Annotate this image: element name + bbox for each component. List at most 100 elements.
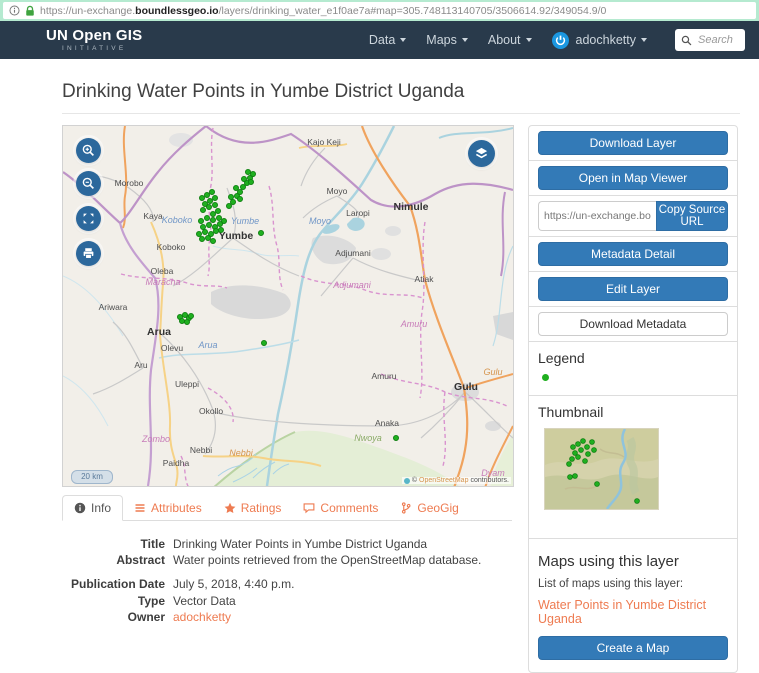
search-icon [681, 35, 692, 46]
source-url-input[interactable] [538, 201, 656, 231]
svg-text:Moyo: Moyo [327, 186, 348, 196]
layer-actions-panel: Download Layer Open in Map Viewer Copy S… [528, 125, 738, 673]
user-menu[interactable]: adochketty [576, 33, 647, 47]
tab-ratings[interactable]: Ratings [213, 495, 293, 520]
search-input[interactable] [696, 33, 739, 47]
nav-menu-data[interactable]: Data [369, 33, 406, 47]
branch-icon [400, 502, 412, 514]
info-row-type: Type Vector Data [62, 593, 512, 609]
layer-title-value: Drinking Water Points in Yumbe District … [165, 536, 427, 552]
osm-link[interactable]: OpenStreetMap [419, 477, 468, 484]
svg-text:Moyo: Moyo [309, 216, 331, 226]
page-info-icon[interactable] [9, 5, 20, 16]
svg-text:Adjumani: Adjumani [335, 248, 371, 258]
edit-layer-button[interactable]: Edit Layer [538, 277, 728, 301]
open-in-map-viewer-button[interactable]: Open in Map Viewer [538, 166, 728, 190]
map-attribution: © OpenStreetMap contributors. [402, 477, 511, 484]
copy-source-url-button[interactable]: Copy Source URL [656, 201, 728, 231]
username: adochketty [576, 33, 636, 47]
map-scale-bar: 20 km [71, 470, 113, 484]
svg-text:Morobo: Morobo [115, 178, 144, 188]
url-text: https://un-exchange.boundlessgeo.io/laye… [40, 5, 606, 17]
https-lock-icon[interactable] [25, 5, 35, 17]
tab-geogig[interactable]: GeoGig [389, 495, 469, 520]
svg-text:Zombo: Zombo [141, 434, 170, 444]
svg-text:Koboko: Koboko [162, 215, 193, 225]
page-title: Drinking Water Points in Yumbe District … [62, 81, 740, 103]
svg-text:Yumbe: Yumbe [231, 216, 259, 226]
svg-text:Arua: Arua [197, 340, 217, 350]
download-metadata-button[interactable]: Download Metadata [538, 312, 728, 336]
star-icon [224, 502, 236, 514]
thumbnail-section: Thumbnail [529, 395, 737, 538]
svg-text:Gulu: Gulu [454, 381, 478, 393]
svg-text:Gulu: Gulu [483, 367, 502, 377]
detail-tabs: Info Attributes Ratings Comments GeoGig [62, 495, 512, 521]
brand-logo[interactable]: UN Open GIS INITIATIVE [46, 28, 142, 53]
tab-attributes[interactable]: Attributes [123, 495, 213, 520]
metadata-detail-button[interactable]: Metadata Detail [538, 242, 728, 266]
legend-title: Legend [538, 350, 728, 366]
print-button[interactable] [76, 241, 101, 266]
svg-text:Maracha: Maracha [145, 277, 180, 287]
svg-text:Arua: Arua [147, 326, 171, 338]
tab-info[interactable]: Info [62, 495, 123, 521]
chevron-down-icon [526, 38, 532, 42]
layer-map[interactable]: Kajo Keji Morobo Moyo Nimule Laropi Kaya Moyo K… [62, 125, 514, 487]
zoom-in-button[interactable] [76, 138, 101, 163]
power-logo-icon[interactable] [552, 32, 569, 49]
navbar-search[interactable] [675, 29, 745, 51]
svg-text:Uleppi: Uleppi [175, 379, 199, 389]
owner-link[interactable]: adochketty [173, 610, 231, 624]
svg-text:Nimule: Nimule [393, 201, 428, 213]
browser-url-bar: https://un-exchange.boundlessgeo.io/laye… [0, 0, 759, 21]
brand-subtitle: INITIATIVE [46, 46, 142, 53]
maps-section-title: Maps using this layer [538, 553, 728, 570]
layers-button[interactable] [468, 140, 495, 167]
thumbnail-title: Thumbnail [538, 404, 728, 420]
legend-marker-dot [542, 374, 549, 381]
maps-section-subtitle: List of maps using this layer: [538, 578, 728, 590]
chevron-down-icon [641, 38, 647, 42]
svg-text:Anaka: Anaka [375, 418, 399, 428]
top-navbar: UN Open GIS INITIATIVE Data Maps About a… [0, 21, 759, 59]
svg-text:Amuru: Amuru [371, 371, 396, 381]
svg-text:Adjumani: Adjumani [332, 280, 372, 290]
svg-text:Kaya: Kaya [143, 211, 163, 221]
osm-info-icon[interactable] [404, 478, 410, 484]
info-row-owner: Owner adochketty [62, 609, 512, 625]
create-a-map-button[interactable]: Create a Map [538, 636, 728, 660]
chevron-down-icon [400, 38, 406, 42]
download-layer-button[interactable]: Download Layer [538, 131, 728, 155]
fullscreen-button[interactable] [76, 206, 101, 231]
layer-abstract-value: Water points retrieved from the OpenStre… [165, 552, 481, 568]
svg-text:Oleba: Oleba [151, 266, 174, 276]
svg-text:Amuru: Amuru [400, 319, 428, 329]
svg-text:Kajo Keji: Kajo Keji [307, 137, 341, 147]
maps-using-layer-section: Maps using this layer List of maps using… [529, 538, 737, 672]
info-panel: Title Drinking Water Points in Yumbe Dis… [62, 536, 512, 625]
publication-date-value: July 5, 2018, 4:40 p.m. [165, 576, 294, 592]
svg-text:Laropi: Laropi [346, 208, 370, 218]
nav-menu-about[interactable]: About [488, 33, 532, 47]
svg-text:Koboko: Koboko [157, 242, 186, 252]
comment-icon [303, 502, 315, 514]
layer-thumbnail[interactable] [544, 428, 659, 510]
layer-type-value: Vector Data [165, 593, 236, 609]
url-field[interactable]: https://un-exchange.boundlessgeo.io/laye… [3, 2, 756, 19]
tab-comments[interactable]: Comments [292, 495, 389, 520]
svg-text:Atiak: Atiak [415, 274, 435, 284]
map-canvas[interactable]: Kajo Keji Morobo Moyo Nimule Laropi Kaya Moyo K… [63, 126, 513, 486]
nav-menu-maps[interactable]: Maps [426, 33, 468, 47]
zoom-out-button[interactable] [76, 171, 101, 196]
svg-text:Nebbi: Nebbi [229, 448, 254, 458]
info-row-title: Title Drinking Water Points in Yumbe Dis… [62, 536, 512, 552]
info-row-publication-date: Publication Date July 5, 2018, 4:40 p.m. [62, 576, 512, 592]
map-using-layer-link[interactable]: Water Points in Yumbe District Uganda [538, 598, 728, 626]
brand-title: UN Open GIS [46, 27, 142, 44]
svg-text:Nebbi: Nebbi [190, 445, 212, 455]
svg-text:Aru: Aru [134, 360, 148, 370]
info-row-abstract: Abstract Water points retrieved from the… [62, 552, 512, 568]
svg-text:Okollo: Okollo [199, 406, 223, 416]
svg-text:Paidha: Paidha [163, 458, 190, 468]
